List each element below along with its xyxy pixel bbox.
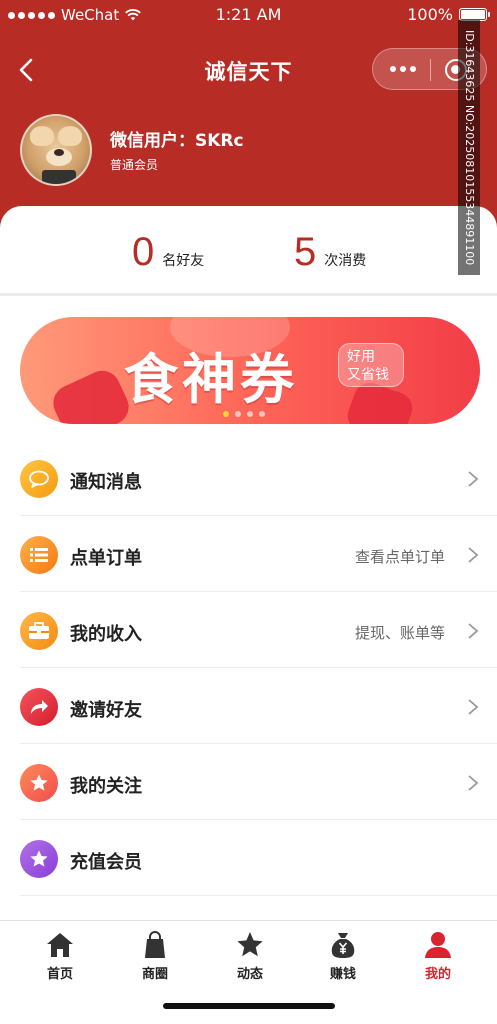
banner-title: 食神券 — [124, 348, 298, 411]
tab-label: 动态 — [236, 967, 263, 982]
menu-label: 我的关注 — [70, 776, 142, 797]
user-icon — [425, 932, 451, 958]
tab-earn[interactable]: 赚钱 — [308, 931, 378, 982]
tab-home[interactable]: 首页 — [25, 931, 95, 982]
menu-item-following[interactable]: 我的关注 — [20, 744, 497, 820]
avatar[interactable] — [20, 114, 92, 186]
banner-pagination — [223, 411, 265, 417]
watermark-id: ID:31643625 NO:20250810155344891100 — [458, 20, 480, 275]
header-background — [0, 0, 497, 230]
tab-label: 商圈 — [141, 967, 168, 982]
star-icon — [237, 932, 263, 957]
promo-banner[interactable]: 食神券 好用 又省钱 — [20, 317, 480, 424]
tab-feed[interactable]: 动态 — [215, 931, 285, 982]
chat-bubble-icon — [20, 460, 58, 498]
main-content: 食神券 好用 又省钱 通知消息 点单订单 查看点单订单 我的收入 提现、账单等 … — [0, 296, 497, 920]
share-arrow-icon — [20, 688, 58, 726]
menu-item-notifications[interactable]: 通知消息 — [20, 440, 497, 516]
tab-mine[interactable]: 我的 — [403, 931, 473, 982]
friends-count: 0 — [132, 230, 155, 274]
menu-item-income[interactable]: 我的收入 提现、账单等 — [20, 592, 497, 668]
home-icon — [47, 933, 73, 957]
tab-shopping[interactable]: 商圈 — [120, 931, 190, 982]
chevron-right-icon — [468, 471, 479, 487]
banner-badge-line1: 好用 — [347, 349, 375, 365]
list-icon — [20, 536, 58, 574]
nav-bar: 诚信天下 — [0, 44, 497, 96]
stat-friends[interactable]: 0 名好友 — [132, 232, 204, 272]
chevron-right-icon — [468, 547, 479, 563]
menu-label: 邀请好友 — [70, 700, 142, 721]
menu-hint: 查看点单订单 — [354, 548, 445, 566]
menu-label: 通知消息 — [70, 472, 142, 493]
banner-dot[interactable] — [223, 411, 229, 417]
stats-card: 0 名好友 5 次消费 — [0, 206, 497, 296]
tab-label: 我的 — [424, 967, 451, 982]
banner-dot[interactable] — [259, 411, 265, 417]
menu-list: 通知消息 点单订单 查看点单订单 我的收入 提现、账单等 邀请好友 我的关注 充… — [20, 440, 497, 896]
capsule-divider — [430, 59, 431, 81]
chevron-right-icon — [468, 699, 479, 715]
status-bar: WeChat 1:21 AM 100% — [0, 0, 497, 30]
consume-count: 5 — [294, 230, 317, 274]
menu-hint: 提现、账单等 — [354, 624, 445, 642]
menu-item-orders[interactable]: 点单订单 查看点单订单 — [20, 516, 497, 592]
menu-label: 充值会员 — [70, 852, 142, 873]
briefcase-icon — [20, 612, 58, 650]
menu-item-recharge[interactable]: 充值会员 — [20, 820, 497, 896]
tab-label: 赚钱 — [329, 967, 356, 982]
user-name: 微信用户：SKRc — [110, 131, 244, 151]
banner-dot[interactable] — [247, 411, 253, 417]
star-icon — [20, 764, 58, 802]
banner-dot[interactable] — [235, 411, 241, 417]
chevron-right-icon — [468, 623, 479, 639]
shopping-bag-icon — [145, 931, 165, 958]
more-icon[interactable] — [389, 59, 417, 79]
friends-label: 名好友 — [162, 253, 205, 269]
banner-badge: 好用 又省钱 — [338, 343, 404, 387]
member-level: 普通会员 — [110, 158, 159, 172]
banner-badge-line2: 又省钱 — [347, 367, 389, 383]
menu-item-invite[interactable]: 邀请好友 — [20, 668, 497, 744]
home-indicator — [163, 1003, 335, 1009]
menu-label: 点单订单 — [70, 548, 142, 569]
menu-label: 我的收入 — [70, 624, 142, 645]
star-icon — [20, 840, 58, 878]
chevron-right-icon — [468, 775, 479, 791]
money-bag-icon — [331, 933, 355, 958]
tab-label: 首页 — [46, 967, 73, 982]
stat-consume[interactable]: 5 次消费 — [294, 232, 366, 272]
consume-label: 次消费 — [324, 253, 367, 269]
battery-percent: 100% — [407, 5, 453, 24]
